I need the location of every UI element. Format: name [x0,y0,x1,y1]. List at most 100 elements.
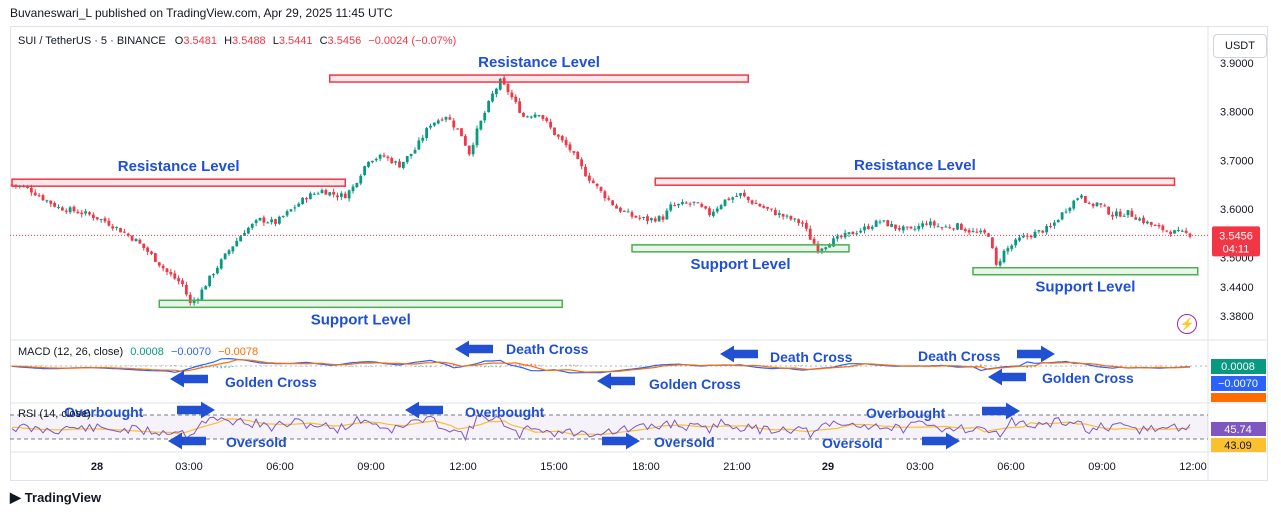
candle-body [607,198,611,200]
macd-legend[interactable]: MACD (12, 26, close) 0.0008 −0.0070 −0.0… [18,346,258,358]
candle-body [432,122,436,126]
candle-body [382,155,386,157]
candle-body [37,195,41,197]
candle-body [425,128,429,139]
candle-body [429,125,432,128]
candle-body [963,229,967,231]
candle-body [1161,225,1165,231]
candle-body [173,273,177,279]
candle-body [618,207,622,212]
candle-body [874,220,878,227]
time-axis-label: 12:00 [1179,461,1207,473]
macd-hist-value: 0.0008 [130,346,164,358]
candle-body [708,208,711,216]
candle-body [146,247,150,252]
candle-body [119,228,122,233]
candle-body [351,186,355,192]
candle-body [324,189,328,195]
candle-body [274,219,277,224]
candle-body [169,272,173,275]
candle-body [208,275,212,287]
candle-body [45,200,49,202]
candle-body [142,243,146,249]
candle-body [1145,221,1149,224]
candle-body [731,197,735,200]
candle-body [316,193,320,195]
candle-body [494,88,498,95]
candle-body [688,203,692,205]
tradingview-logo[interactable]: ▶​ TradingView [10,489,101,506]
candle-body [1021,235,1025,238]
candle-body [1184,230,1188,233]
time-axis-label: 09:00 [1088,461,1116,473]
candle-body [979,230,983,233]
candle-body [785,215,789,217]
candle-body [370,160,374,163]
candle-body [804,222,808,229]
candle-body [870,226,874,229]
candle-body [1122,215,1126,217]
arrow-left-icon [170,370,208,388]
candle-body [766,207,770,209]
candle-body [1169,231,1173,235]
price-axis-label: 3.7000 [1220,155,1254,167]
candle-body [673,205,677,207]
candle-body [859,230,863,233]
candle-body [1080,195,1083,198]
candle-body [580,159,584,167]
candle-body [398,161,401,168]
candle-body [866,226,870,229]
high-value: 3.5488 [232,35,266,47]
candle-body [677,203,680,206]
candle-body [553,127,556,136]
candle-body [634,215,638,218]
candle-body [739,193,742,196]
time-axis-label: 28 [91,461,103,473]
candle-body [696,202,700,204]
candle-body [1107,206,1111,215]
price-chart[interactable]: 3.90003.80003.70003.60003.50003.44003.38… [0,0,1281,515]
rsi-ma-tag-label: 43.09 [1224,440,1252,452]
symbol-name[interactable]: SUI / TetherUS · 5 · BINANCE [18,35,166,47]
candle-body [413,150,417,154]
candle-body [925,223,928,225]
candle-body [959,223,963,230]
candle-body [29,187,33,193]
candle-body [417,140,421,150]
lightning-icon[interactable]: ⚡ [1177,314,1197,334]
candle-body [122,231,126,233]
candle-body [153,253,157,262]
macd-label: MACD (12, 26, close) [18,346,124,358]
candle-body [181,280,184,285]
candle-body [80,212,84,215]
candle-body [533,114,537,118]
candle-body [390,157,394,164]
candle-body [603,191,607,199]
macd-pane [10,357,1208,374]
candle-body [808,228,812,240]
currency-button[interactable]: USDT [1213,34,1267,58]
rsi-legend[interactable]: RSI (14, close) [18,408,91,420]
candle-body [510,92,514,98]
candle-body [405,156,409,163]
candle-body [367,161,370,167]
candle-body [1060,212,1064,220]
candle-body [386,156,390,158]
candle-body [917,225,921,230]
candle-body [901,226,905,231]
candle-body [556,134,560,137]
candle-body [921,223,925,227]
candle-body [882,220,886,222]
macd-signal-tag [1211,393,1266,402]
candle-body [754,202,758,205]
candle-body [1091,203,1095,207]
candle-body [591,180,595,184]
candle-body [886,220,890,227]
candle-body [289,209,293,212]
candle-body [851,231,855,235]
rsi-label: RSI (14, close) [18,408,91,420]
macd-line-tag-label: −0.0070 [1218,378,1258,390]
candle-body [487,101,491,113]
candle-body [967,230,971,233]
candle-body [138,239,142,244]
